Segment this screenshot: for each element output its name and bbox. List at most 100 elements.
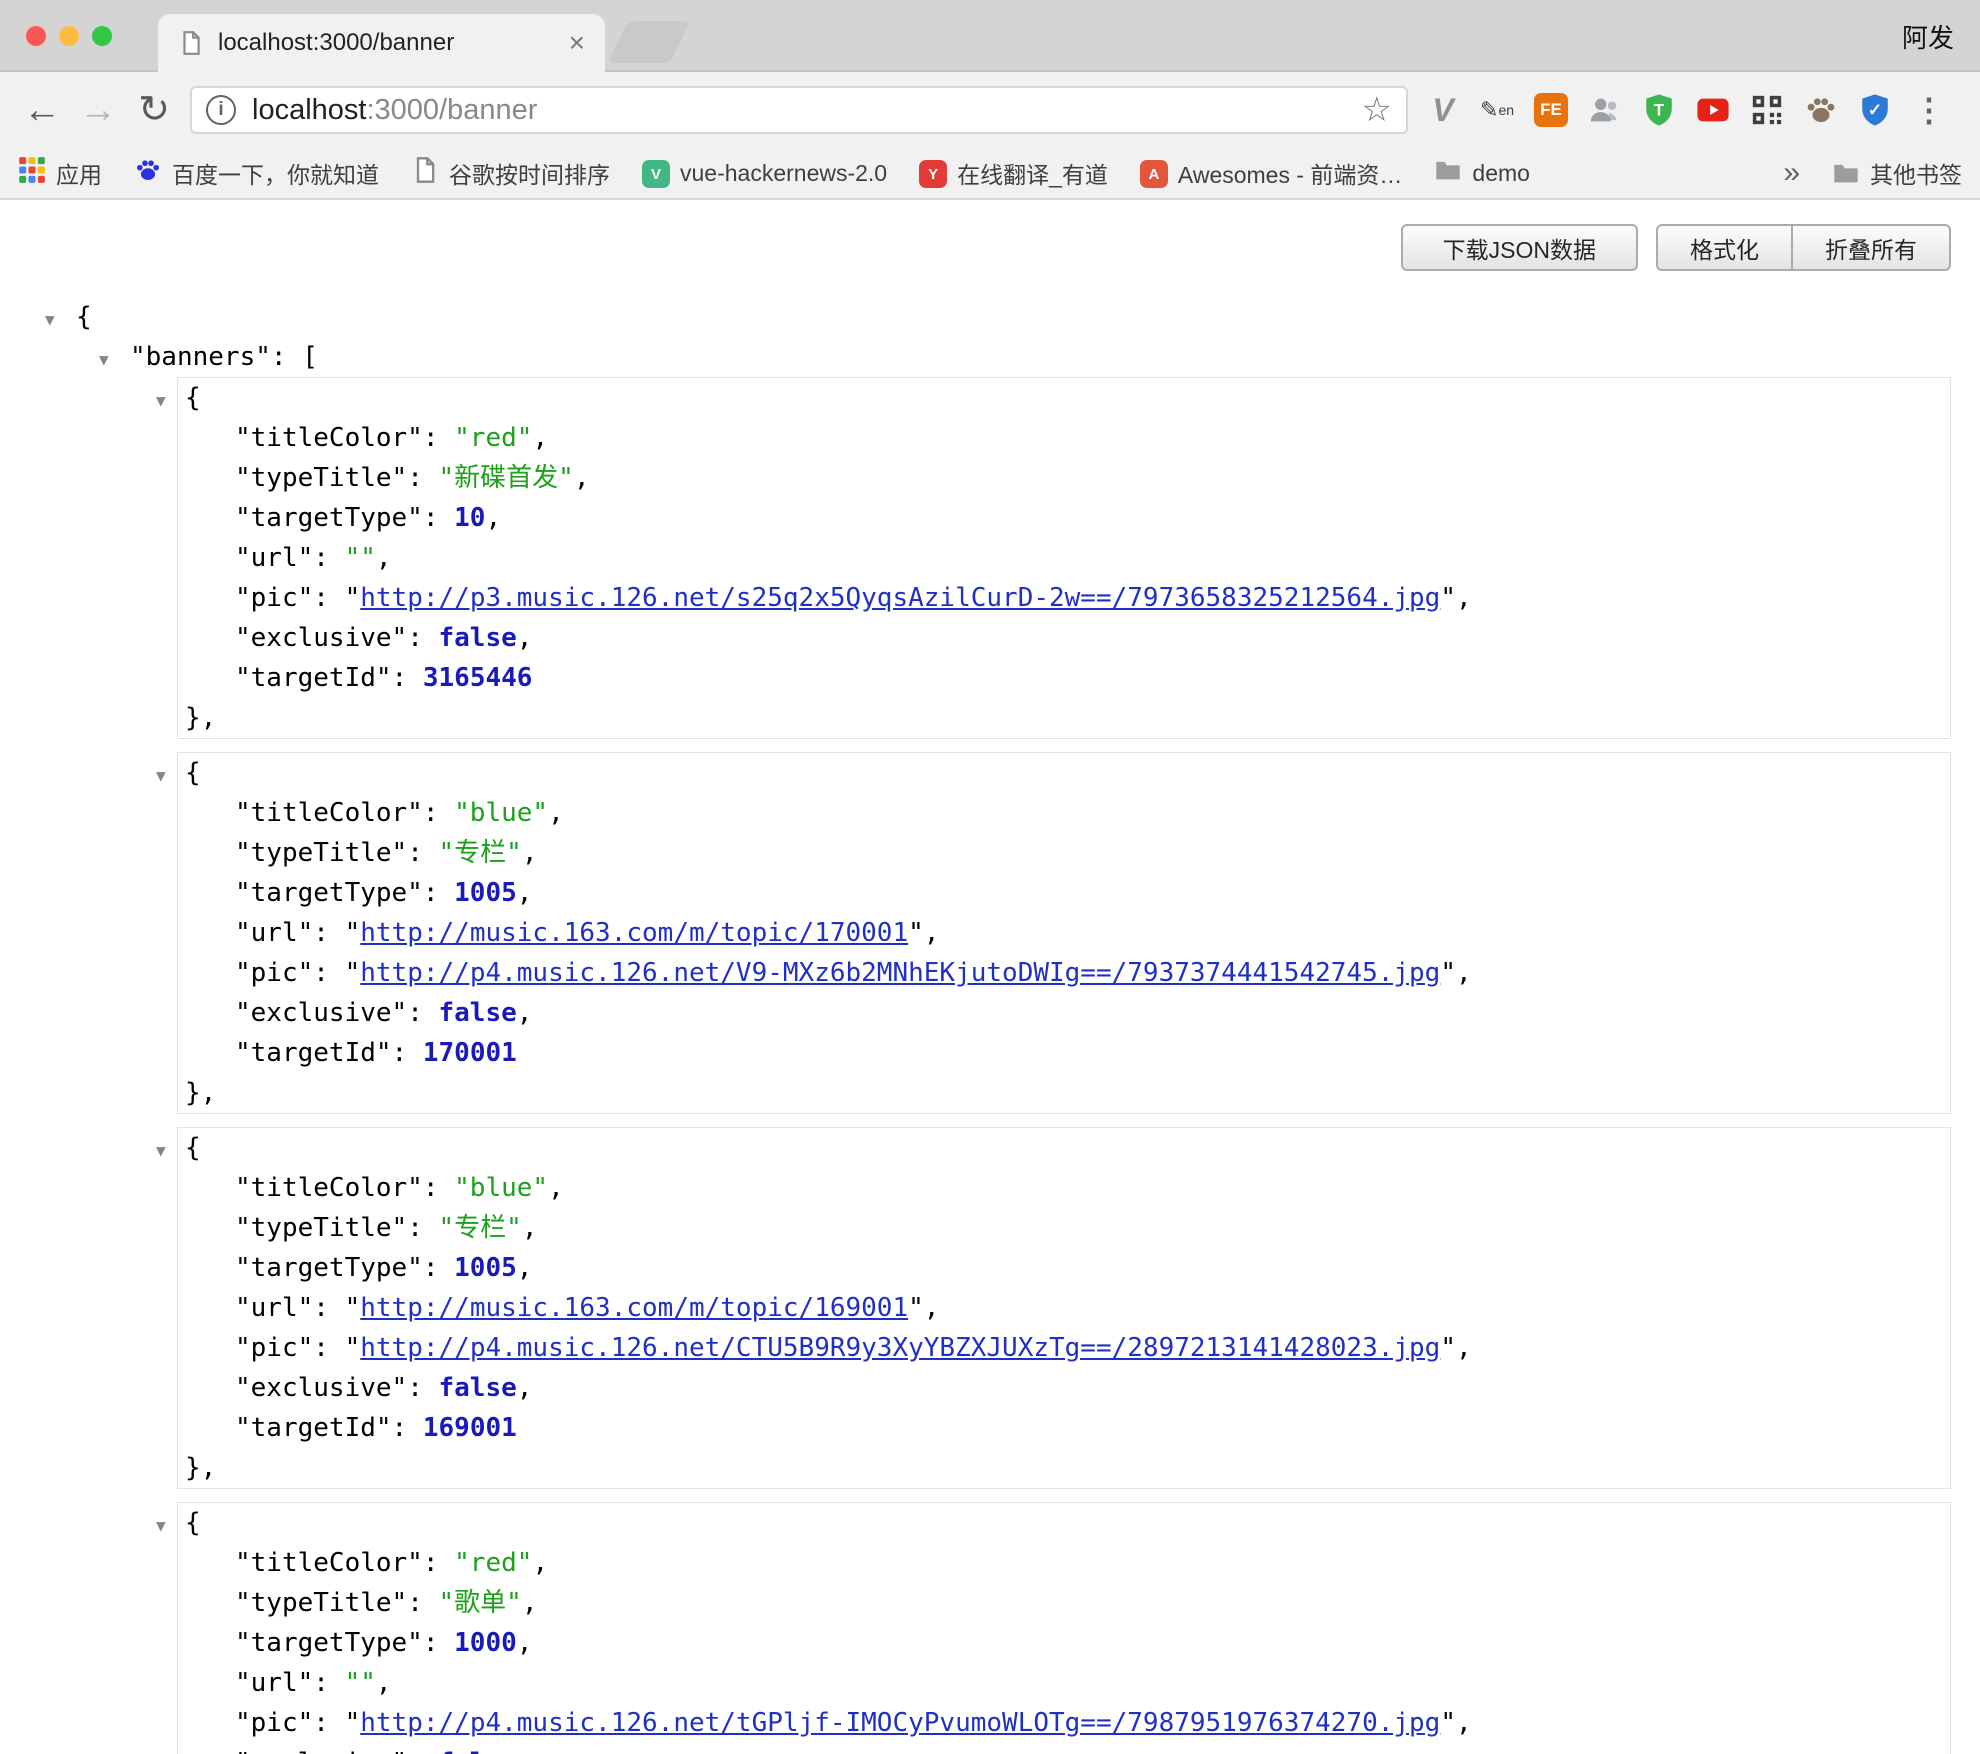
- zoom-window-button[interactable]: [92, 26, 112, 46]
- letter-icon: V: [642, 158, 670, 189]
- collapse-toggle-icon[interactable]: ▼: [156, 1506, 166, 1546]
- json-url-link[interactable]: http://p4.music.126.net/CTU5B9R9y3XyYBZX…: [360, 1333, 1440, 1363]
- collapse-toggle-icon[interactable]: ▼: [45, 300, 55, 340]
- grid9-icon: [18, 156, 46, 190]
- comma: ,: [548, 1173, 564, 1203]
- address-bar[interactable]: i localhost:3000/banner ☆: [190, 86, 1408, 134]
- json-key: "exclusive": [235, 1373, 407, 1403]
- browser-tab[interactable]: localhost:3000/banner ×: [158, 14, 605, 72]
- svg-text:✓: ✓: [1868, 101, 1882, 120]
- extension-qr-code-icon[interactable]: [1744, 87, 1790, 133]
- json-url-link[interactable]: http://p4.music.126.net/V9-MXz6b2MNhEKju…: [360, 958, 1440, 988]
- download-json-button[interactable]: 下载JSON数据: [1401, 224, 1638, 271]
- json-key: "titleColor": [235, 1548, 423, 1578]
- colon: :: [392, 663, 423, 693]
- bookmark-youdao-translate[interactable]: Y在线翻译_有道: [919, 156, 1108, 190]
- comma: ,: [517, 1628, 533, 1658]
- minimize-window-button[interactable]: [59, 26, 79, 46]
- json-string-value: "": [345, 543, 376, 573]
- json-banners-open: ▼"banners": [: [0, 337, 1980, 377]
- json-url-link[interactable]: http://p3.music.126.net/s25q2x5QyqsAzilC…: [360, 583, 1440, 613]
- back-button[interactable]: ←: [14, 91, 70, 129]
- extension-people-icon[interactable]: [1582, 87, 1628, 133]
- json-key: "titleColor": [235, 798, 423, 828]
- extension-paw-icon[interactable]: [1798, 87, 1844, 133]
- comma: ,: [376, 1668, 392, 1698]
- profile-name[interactable]: 阿发: [1902, 18, 1954, 55]
- bookmark-vue-hackernews[interactable]: Vvue-hackernews-2.0: [642, 158, 887, 189]
- extension-fe-helper-icon[interactable]: FE: [1528, 87, 1574, 133]
- json-url-link[interactable]: http://p4.music.126.net/tGPljf-IMOCyPvum…: [360, 1708, 1440, 1738]
- colon: :: [313, 1293, 344, 1323]
- new-tab-button[interactable]: [608, 21, 690, 63]
- extension-shield-check-icon[interactable]: ✓: [1852, 87, 1898, 133]
- collapse-toggle-icon[interactable]: ▼: [156, 1131, 166, 1171]
- bookmark-apps[interactable]: 应用: [18, 156, 102, 190]
- quote: ": [345, 918, 361, 948]
- tab-close-icon[interactable]: ×: [569, 29, 585, 57]
- json-object-close: },: [178, 698, 1950, 738]
- comma: ,: [1456, 1333, 1472, 1363]
- json-key: "exclusive": [235, 1748, 407, 1754]
- comma: ,: [517, 1373, 533, 1403]
- collapse-toggle-icon[interactable]: ▼: [156, 381, 166, 421]
- collapse-toggle-icon[interactable]: ▼: [99, 340, 109, 380]
- colon: :: [407, 463, 438, 493]
- bookmarks-overflow-chevron[interactable]: »: [1783, 156, 1800, 190]
- json-array-items: ▼{"titleColor": "red","typeTitle": "新碟首发…: [0, 377, 1980, 1754]
- quote: ": [345, 583, 361, 613]
- bookmark-star-icon[interactable]: ☆: [1362, 93, 1392, 127]
- collapse-toggle-icon[interactable]: ▼: [156, 756, 166, 796]
- json-property: "typeTitle": "专栏",: [235, 833, 1950, 873]
- extension-shield-t-icon[interactable]: T: [1636, 87, 1682, 133]
- quote: ": [908, 918, 924, 948]
- json-key: "pic": [235, 958, 313, 988]
- extension-v-logo-icon[interactable]: V: [1420, 87, 1466, 133]
- comma: ,: [517, 878, 533, 908]
- json-property: "pic": "http://p4.music.126.net/CTU5B9R9…: [235, 1328, 1950, 1368]
- open-brace: {: [185, 1133, 201, 1163]
- bookmark-demo[interactable]: demo: [1434, 156, 1530, 190]
- quote: ": [908, 1293, 924, 1323]
- bookmark-baidu[interactable]: 百度一下，你就知道: [134, 156, 379, 190]
- json-property: "targetId": 170001: [235, 1033, 1950, 1073]
- json-property: "typeTitle": "新碟首发",: [235, 458, 1950, 498]
- forward-button[interactable]: →: [70, 91, 126, 129]
- extension-translate-en-icon[interactable]: ✎en: [1474, 87, 1520, 133]
- json-key: "pic": [235, 583, 313, 613]
- json-key: "banners": [130, 342, 271, 372]
- reload-button[interactable]: ↻: [126, 91, 182, 129]
- bookmark-awesomes[interactable]: AAwesomes - 前端资…: [1140, 156, 1403, 190]
- colon: :: [407, 838, 438, 868]
- json-string-value: "歌单": [439, 1588, 522, 1618]
- comma: ,: [924, 918, 940, 948]
- view-mode-group: 格式化 折叠所有: [1656, 224, 1951, 271]
- close-window-button[interactable]: [26, 26, 46, 46]
- json-object-properties: "titleColor": "red","typeTitle": "新碟首发",…: [178, 418, 1950, 698]
- extension-browser-menu-icon[interactable]: ⋮: [1906, 87, 1952, 133]
- extension-youtube-icon[interactable]: [1690, 87, 1736, 133]
- comma: ,: [924, 1293, 940, 1323]
- quote: ": [345, 1708, 361, 1738]
- json-key: "pic": [235, 1333, 313, 1363]
- json-key: "exclusive": [235, 623, 407, 653]
- json-key: "targetType": [235, 503, 423, 533]
- comma: ,: [517, 998, 533, 1028]
- other-bookmarks-folder[interactable]: 其他书签: [1832, 156, 1962, 190]
- json-url-link[interactable]: http://music.163.com/m/topic/169001: [360, 1293, 908, 1323]
- format-button[interactable]: 格式化: [1656, 224, 1793, 271]
- colon: :: [407, 998, 438, 1028]
- letter-icon: A: [1140, 158, 1168, 189]
- json-object-open: ▼{: [178, 1503, 1950, 1543]
- json-key: "typeTitle": [235, 838, 407, 868]
- json-string-value: "red": [454, 1548, 532, 1578]
- collapse-all-button[interactable]: 折叠所有: [1793, 224, 1951, 271]
- folder-icon: [1832, 159, 1860, 187]
- bookmark-google-sort[interactable]: 谷歌按时间排序: [411, 156, 610, 190]
- json-number-value: 169001: [423, 1413, 517, 1443]
- json-property: "exclusive": false,: [235, 1368, 1950, 1408]
- bookmark-label: vue-hackernews-2.0: [680, 160, 887, 187]
- page-info-icon[interactable]: i: [206, 95, 236, 125]
- json-url-link[interactable]: http://music.163.com/m/topic/170001: [360, 918, 908, 948]
- open-brace: {: [185, 758, 201, 788]
